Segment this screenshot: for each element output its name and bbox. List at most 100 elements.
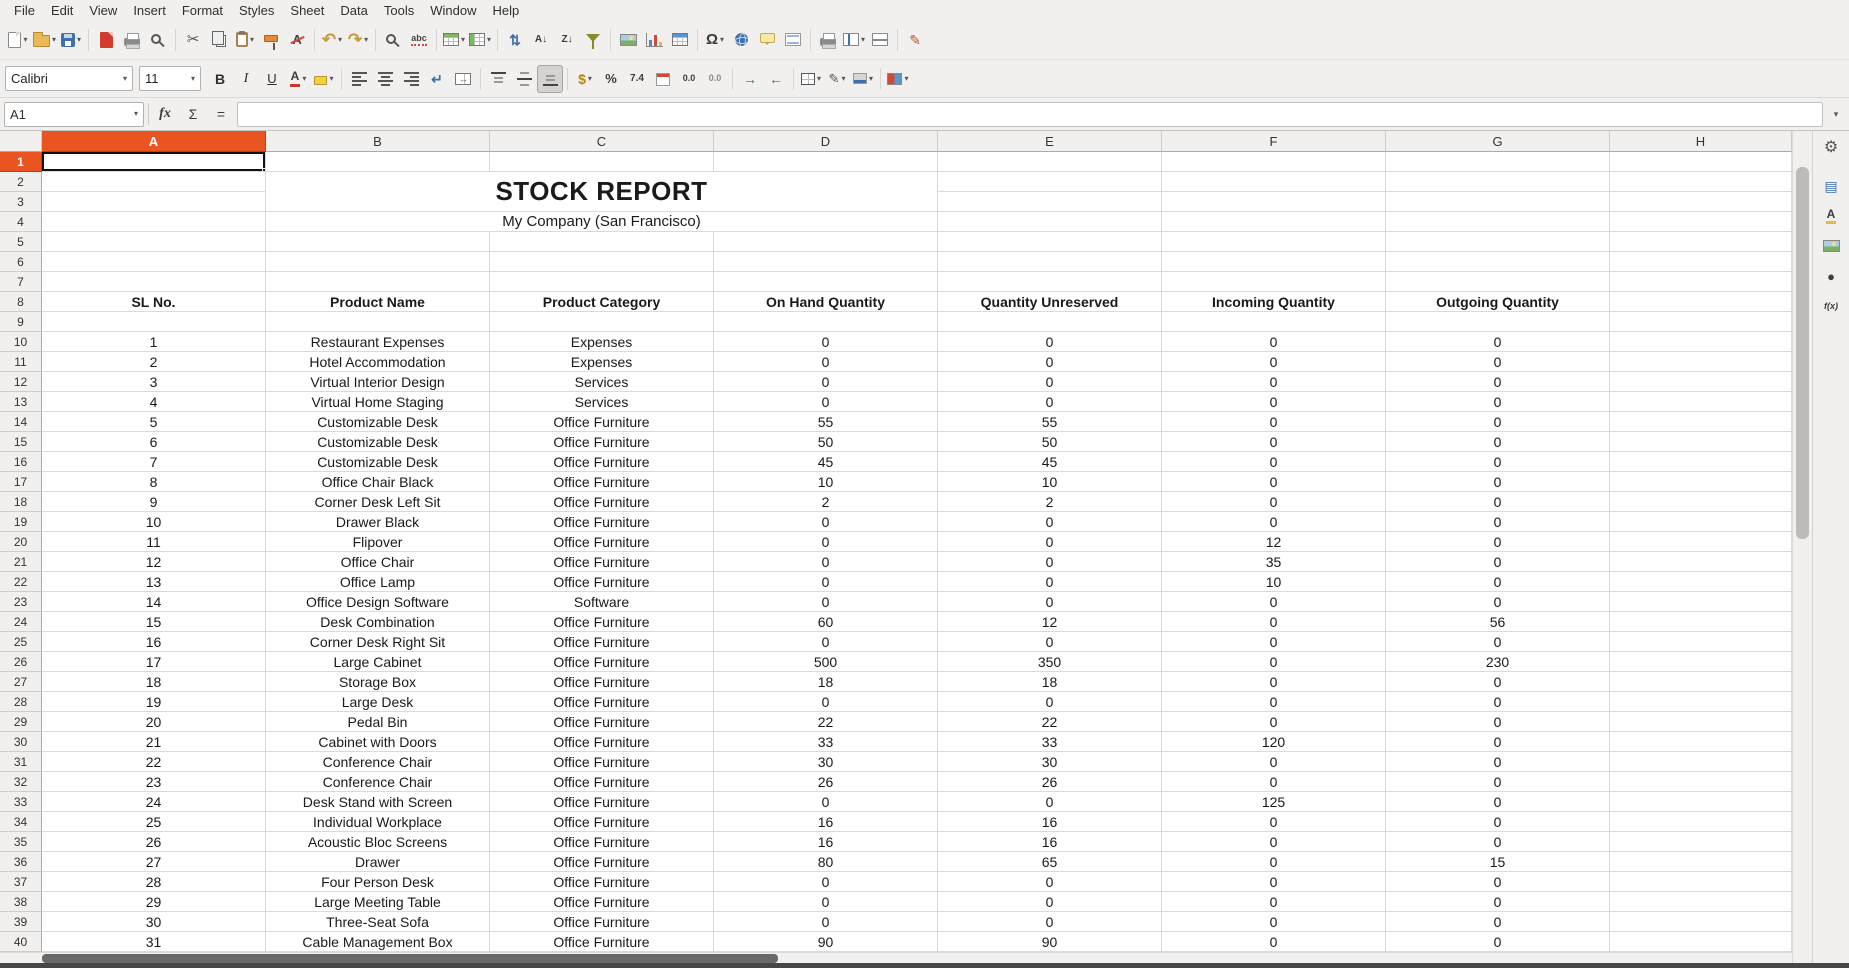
cell-D25[interactable]: 0 — [714, 632, 938, 652]
cell-F15[interactable]: 0 — [1162, 432, 1386, 452]
cell-D38[interactable]: 0 — [714, 892, 938, 912]
cell-G34[interactable]: 0 — [1386, 812, 1610, 832]
cell-C10[interactable]: Expenses — [490, 332, 714, 352]
freeze-panes-button[interactable]: ▾ — [841, 26, 867, 54]
cell-D11[interactable]: 0 — [714, 352, 938, 372]
cell-H26[interactable] — [1610, 652, 1792, 672]
italic-button[interactable]: I — [233, 65, 259, 93]
row-header-37[interactable]: 37 — [0, 872, 42, 892]
sort-button[interactable]: ⇅ — [502, 26, 528, 54]
cell-F13[interactable]: 0 — [1162, 392, 1386, 412]
cell-F21[interactable]: 35 — [1162, 552, 1386, 572]
cell-H24[interactable] — [1610, 612, 1792, 632]
cell-B9[interactable] — [266, 312, 490, 332]
navigator-button[interactable]: ● — [1817, 263, 1845, 289]
cell-D9[interactable] — [714, 312, 938, 332]
align-right-button[interactable] — [398, 65, 424, 93]
cell-A39[interactable]: 30 — [42, 912, 266, 932]
cell-A3[interactable] — [42, 192, 266, 212]
cell-E39[interactable]: 0 — [938, 912, 1162, 932]
cell-D15[interactable]: 50 — [714, 432, 938, 452]
cell-H40[interactable] — [1610, 932, 1792, 952]
cell-D18[interactable]: 2 — [714, 492, 938, 512]
column-header-G[interactable]: G — [1386, 131, 1610, 152]
cell-B8[interactable]: Product Name — [266, 292, 490, 312]
cell-D24[interactable]: 60 — [714, 612, 938, 632]
cell-F31[interactable]: 0 — [1162, 752, 1386, 772]
cell-H13[interactable] — [1610, 392, 1792, 412]
cell-A9[interactable] — [42, 312, 266, 332]
column-header-C[interactable]: C — [490, 131, 714, 152]
cell-A37[interactable]: 28 — [42, 872, 266, 892]
hyperlink-button[interactable] — [728, 26, 754, 54]
cell-G19[interactable]: 0 — [1386, 512, 1610, 532]
cell-C36[interactable]: Office Furniture — [490, 852, 714, 872]
menu-data[interactable]: Data — [332, 2, 375, 19]
row-header-30[interactable]: 30 — [0, 732, 42, 752]
cell-D1[interactable] — [714, 152, 938, 172]
cell-A33[interactable]: 24 — [42, 792, 266, 812]
format-date-button[interactable] — [650, 65, 676, 93]
cell-C9[interactable] — [490, 312, 714, 332]
chevron-down-icon[interactable]: ▾ — [123, 75, 127, 83]
cell-B15[interactable]: Customizable Desk — [266, 432, 490, 452]
cell-B2[interactable]: STOCK REPORT — [266, 172, 938, 212]
cell-H34[interactable] — [1610, 812, 1792, 832]
cell-F1[interactable] — [1162, 152, 1386, 172]
cell-A17[interactable]: 8 — [42, 472, 266, 492]
row-header-28[interactable]: 28 — [0, 692, 42, 712]
cell-F10[interactable]: 0 — [1162, 332, 1386, 352]
cell-B20[interactable]: Flipover — [266, 532, 490, 552]
cell-B40[interactable]: Cable Management Box — [266, 932, 490, 952]
row-header-3[interactable]: 3 — [0, 192, 42, 212]
cell-A40[interactable]: 31 — [42, 932, 266, 952]
format-percent-button[interactable]: % — [598, 65, 624, 93]
cell-A12[interactable]: 3 — [42, 372, 266, 392]
cell-A4[interactable] — [42, 212, 266, 232]
cell-E14[interactable]: 55 — [938, 412, 1162, 432]
bold-button[interactable]: B — [207, 65, 233, 93]
cell-A28[interactable]: 19 — [42, 692, 266, 712]
cell-E5[interactable] — [938, 232, 1162, 252]
cell-E35[interactable]: 16 — [938, 832, 1162, 852]
cell-D34[interactable]: 16 — [714, 812, 938, 832]
cell-F38[interactable]: 0 — [1162, 892, 1386, 912]
cell-B26[interactable]: Large Cabinet — [266, 652, 490, 672]
cell-F19[interactable]: 0 — [1162, 512, 1386, 532]
redo-button[interactable]: ↷▾ — [345, 26, 371, 54]
cell-G23[interactable]: 0 — [1386, 592, 1610, 612]
cell-G22[interactable]: 0 — [1386, 572, 1610, 592]
cell-A5[interactable] — [42, 232, 266, 252]
cell-C16[interactable]: Office Furniture — [490, 452, 714, 472]
cell-E22[interactable]: 0 — [938, 572, 1162, 592]
row-header-36[interactable]: 36 — [0, 852, 42, 872]
row-header-34[interactable]: 34 — [0, 812, 42, 832]
cell-H4[interactable] — [1610, 212, 1792, 232]
menu-view[interactable]: View — [81, 2, 125, 19]
align-center-button[interactable] — [372, 65, 398, 93]
cell-D29[interactable]: 22 — [714, 712, 938, 732]
select-all-corner[interactable] — [0, 131, 42, 152]
cell-G26[interactable]: 230 — [1386, 652, 1610, 672]
wrap-text-button[interactable]: ↵ — [424, 65, 450, 93]
cell-G35[interactable]: 0 — [1386, 832, 1610, 852]
cell-H20[interactable] — [1610, 532, 1792, 552]
cell-F11[interactable]: 0 — [1162, 352, 1386, 372]
chevron-down-icon[interactable]: ▾ — [191, 75, 195, 83]
cell-C26[interactable]: Office Furniture — [490, 652, 714, 672]
cell-F3[interactable] — [1162, 192, 1386, 212]
cell-B5[interactable] — [266, 232, 490, 252]
cell-H19[interactable] — [1610, 512, 1792, 532]
row-header-21[interactable]: 21 — [0, 552, 42, 572]
row-header-7[interactable]: 7 — [0, 272, 42, 292]
cell-E30[interactable]: 33 — [938, 732, 1162, 752]
cell-G14[interactable]: 0 — [1386, 412, 1610, 432]
column-header-F[interactable]: F — [1162, 131, 1386, 152]
function-wizard-button[interactable]: fx — [153, 102, 177, 127]
cell-F30[interactable]: 120 — [1162, 732, 1386, 752]
name-box[interactable]: A1 ▾ — [4, 102, 144, 127]
cell-G29[interactable]: 0 — [1386, 712, 1610, 732]
highlight-color-button[interactable]: ▾ — [311, 65, 337, 93]
cell-F25[interactable]: 0 — [1162, 632, 1386, 652]
row-header-23[interactable]: 23 — [0, 592, 42, 612]
